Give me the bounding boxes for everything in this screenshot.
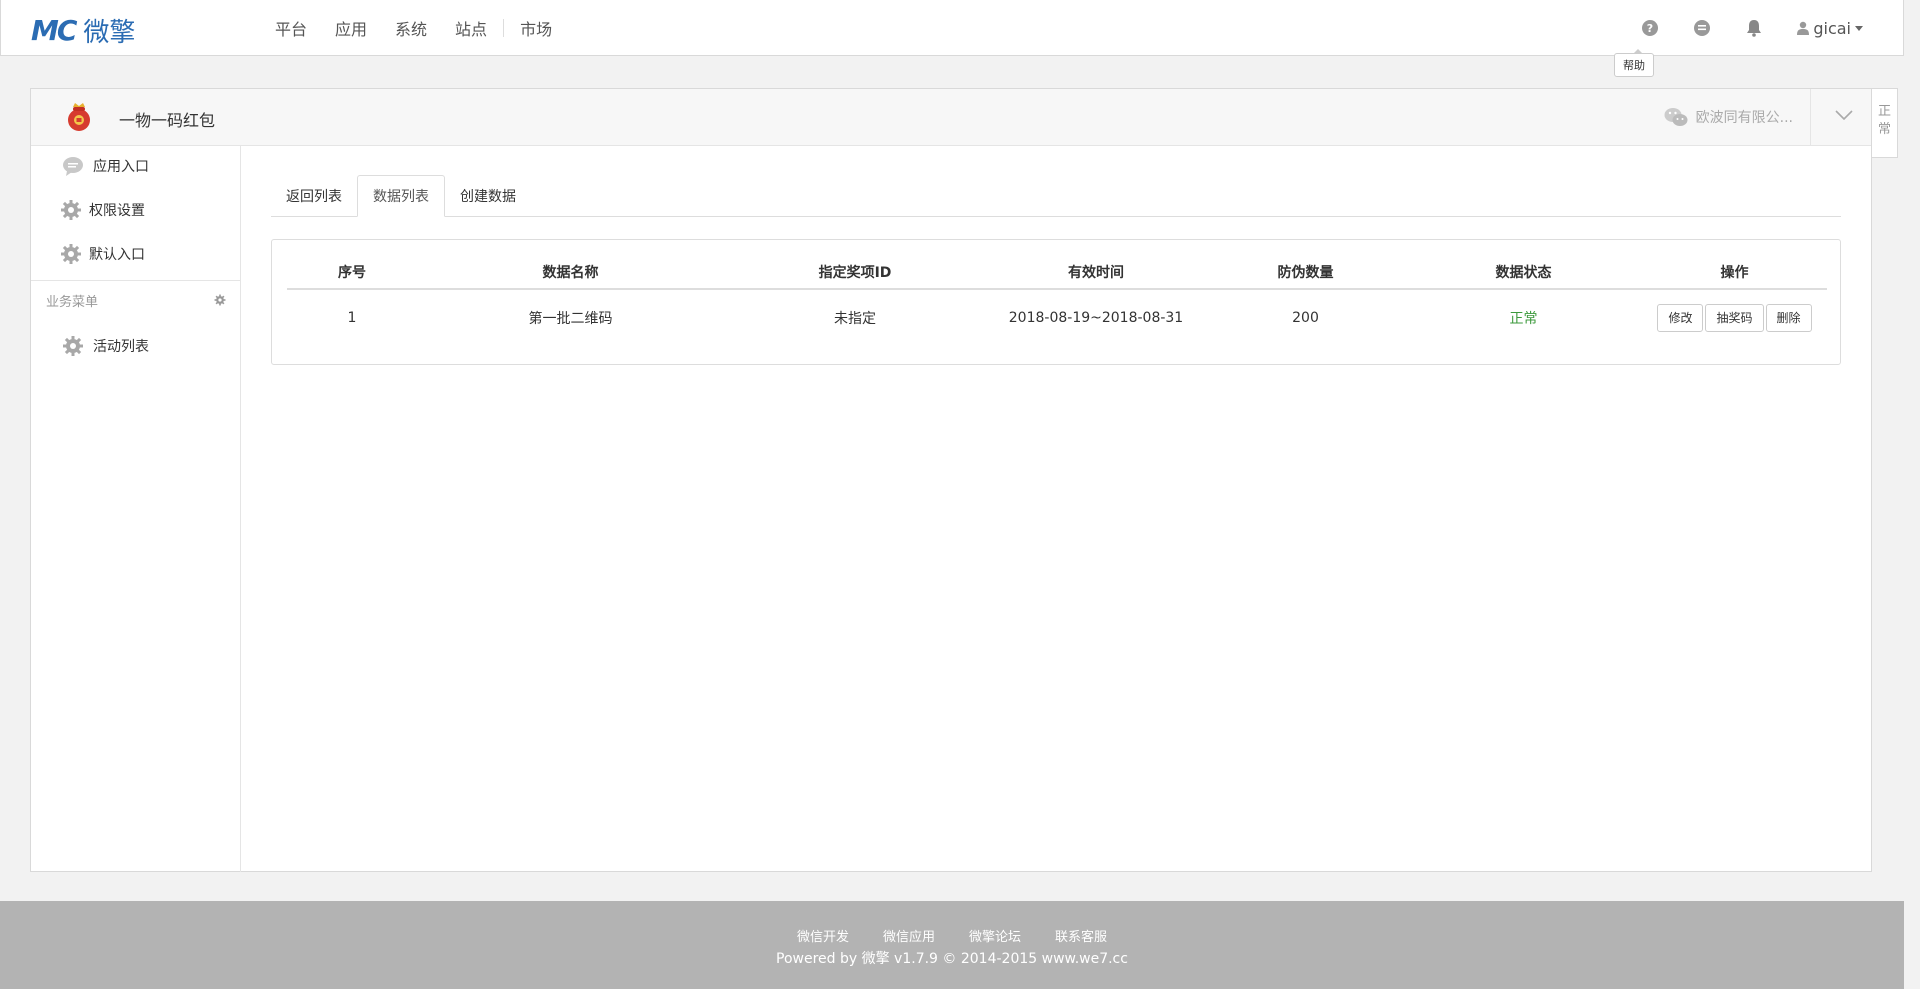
data-table: 序号 数据名称 指定奖项ID 有效时间 防伪数量 数据状态 操作 1 第一批二维…: [287, 255, 1827, 346]
username: gicai: [1813, 18, 1851, 38]
row-quantity: 200: [1292, 310, 1319, 326]
user-icon: [1797, 21, 1810, 35]
delete-button[interactable]: 删除: [1765, 304, 1812, 332]
sidebar-item-default-entry[interactable]: 默认入口: [31, 234, 241, 274]
module-title: 一物一码红包: [119, 111, 216, 130]
footer-link-wechat-dev[interactable]: 微信开发: [797, 926, 849, 945]
logo-mark: MC: [31, 14, 77, 47]
sidebar-item-label: 默认入口: [89, 247, 145, 263]
wechat-icon: [1664, 108, 1688, 126]
sidebar-group-title: 业务菜单: [46, 295, 99, 310]
edit-button[interactable]: 修改: [1657, 304, 1704, 332]
footer: 微信开发 微信应用 微擎论坛 联系客服 Powered by 微擎 v1.7.9…: [0, 901, 1904, 989]
caret-down-icon: [1855, 25, 1863, 31]
help-tooltip: 帮助: [1614, 49, 1654, 77]
nav-divider: [503, 19, 505, 37]
header-divider: [1810, 89, 1811, 146]
logo[interactable]: MC 微擎: [31, 12, 135, 49]
col-actions: 操作: [1642, 255, 1827, 290]
top-navbar: MC 微擎 平台 应用 系统 站点 市场 ? gicai: [0, 0, 1904, 56]
account-name: 欧波同有限公...: [1695, 110, 1793, 126]
red-envelope-icon: [63, 101, 95, 133]
group-settings-gear-icon[interactable]: [214, 294, 226, 310]
svg-text:?: ?: [1647, 22, 1653, 35]
footer-links: 微信开发 微信应用 微擎论坛 联系客服: [0, 926, 1904, 945]
sidebar-item-label: 权限设置: [89, 203, 145, 219]
col-status: 数据状态: [1405, 255, 1642, 290]
table-row: 1 第一批二维码 未指定 2018-08-19~2018-08-31 200 正…: [287, 289, 1827, 346]
footer-link-support[interactable]: 联系客服: [1055, 926, 1107, 945]
sidebar-item-app-entry[interactable]: 应用入口: [31, 146, 241, 186]
sidebar-item-label: 活动列表: [93, 339, 149, 355]
row-name: 第一批二维码: [528, 311, 613, 327]
message-icon[interactable]: [1693, 19, 1711, 37]
row-prize-id: 未指定: [834, 311, 876, 327]
sidebar-divider: [31, 280, 241, 281]
footer-link-wechat-apps[interactable]: 微信应用: [883, 926, 935, 945]
module-panel: 一物一码红包 欧波同有限公... 应用入口 权限设置 默认入口 业务菜单 活动列…: [30, 88, 1872, 872]
col-valid-time: 有效时间: [986, 255, 1206, 290]
table-header-row: 序号 数据名称 指定奖项ID 有效时间 防伪数量 数据状态 操作: [287, 255, 1827, 290]
data-table-panel: 序号 数据名称 指定奖项ID 有效时间 防伪数量 数据状态 操作 1 第一批二维…: [271, 239, 1841, 365]
account-switcher[interactable]: 欧波同有限公...: [1664, 107, 1793, 127]
row-status: 正常: [1509, 311, 1538, 327]
sidebar-item-permissions[interactable]: 权限设置: [31, 190, 241, 230]
logo-text: 微擎: [83, 18, 136, 48]
comment-icon: [61, 154, 85, 178]
tab-data-list[interactable]: 数据列表: [357, 175, 445, 217]
lottery-code-button[interactable]: 抽奖码: [1705, 304, 1764, 332]
bell-icon[interactable]: [1745, 19, 1763, 37]
chevron-down-icon[interactable]: [1835, 109, 1853, 124]
row-actions: 修改 抽奖码 删除: [1642, 289, 1827, 346]
topbar-actions: ? gicai: [1641, 0, 1863, 56]
side-status-tab[interactable]: 正常: [1872, 88, 1898, 158]
col-index: 序号: [287, 255, 417, 290]
col-prize-id: 指定奖项ID: [724, 255, 986, 290]
tab-create-data[interactable]: 创建数据: [445, 175, 531, 216]
gear-icon: [61, 334, 85, 358]
tab-back-to-list[interactable]: 返回列表: [271, 175, 357, 216]
nav-item-site[interactable]: 站点: [441, 16, 501, 40]
main-nav: 平台 应用 系统 站点 市场: [261, 0, 566, 56]
row-valid-time: 2018-08-19~2018-08-31: [1008, 310, 1184, 326]
content-tabs: 返回列表 数据列表 创建数据: [271, 175, 1841, 217]
nav-item-platform[interactable]: 平台: [261, 16, 321, 40]
powered-by: Powered by 微擎 v1.7.9 © 2014-2015 www.we7…: [776, 951, 1128, 967]
help-icon[interactable]: ?: [1641, 19, 1659, 37]
gear-icon: [59, 198, 83, 222]
user-menu[interactable]: gicai: [1797, 19, 1863, 38]
col-name: 数据名称: [417, 255, 724, 290]
sidebar: 应用入口 权限设置 默认入口 业务菜单 活动列表: [31, 146, 241, 872]
nav-item-apps[interactable]: 应用: [321, 16, 381, 40]
nav-item-system[interactable]: 系统: [381, 16, 441, 40]
col-quantity: 防伪数量: [1206, 255, 1405, 290]
sidebar-item-activity-list[interactable]: 活动列表: [31, 326, 241, 366]
module-header: 一物一码红包 欧波同有限公...: [31, 89, 1871, 146]
nav-item-market[interactable]: 市场: [506, 16, 566, 40]
sidebar-item-label: 应用入口: [93, 159, 149, 175]
footer-link-forum[interactable]: 微擎论坛: [969, 926, 1021, 945]
row-index: 1: [347, 310, 357, 326]
gear-icon: [59, 242, 83, 266]
